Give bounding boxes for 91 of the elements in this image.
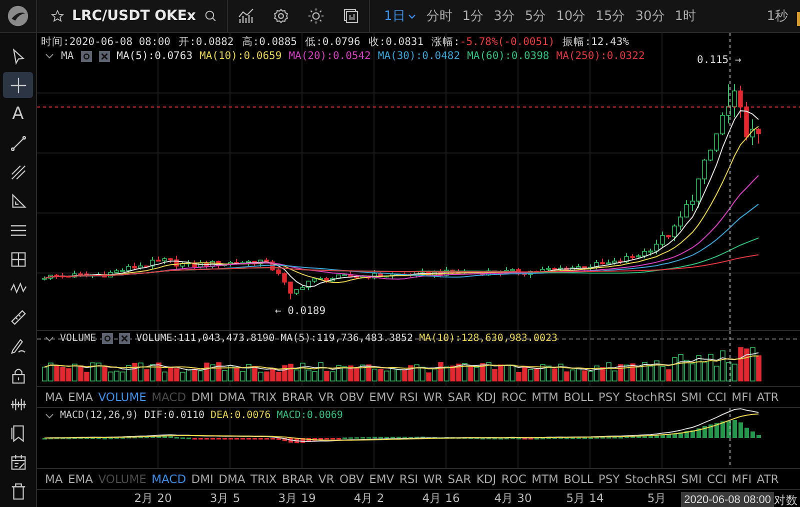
log-scale-toggle[interactable]: 对数 [772,493,800,507]
indicator-tab[interactable]: MACD [150,472,188,486]
ma-value: MA(250):0.0322 [556,50,645,62]
indicator-tab[interactable]: PSY [597,390,621,404]
indicator-tab[interactable]: ROC [500,390,528,404]
ma-value: MA(20):0.0542 [288,50,371,62]
indicator-tab[interactable]: MFI [730,390,753,404]
indicator-tab[interactable]: DMI [190,472,214,486]
indicator-tab[interactable]: WR [422,390,444,404]
text-tool[interactable]: A [3,101,33,127]
indicator-tab[interactable]: VOLUME [97,390,148,404]
ohlc-field: 高:0.0885 [242,35,298,49]
interval-tab[interactable]: 10分 [552,5,590,27]
indicator-tab[interactable]: VR [317,472,336,486]
indicator-tab[interactable]: MFI [730,472,753,486]
macd-value: DIF:0.0110 [144,410,204,421]
indicator-tab[interactable]: VR [317,390,336,404]
interval-tab[interactable]: 1日 [380,5,420,27]
indicator-tab[interactable]: RSI [398,472,420,486]
indicator-tab[interactable]: BOLL [562,472,594,486]
indicator-tab[interactable]: RSI [398,390,420,404]
ohlc-field: 时间:2020-06-08 08:00 [41,35,170,49]
indicator-tab[interactable]: MA [44,472,64,486]
date-label: 5月 14 [565,491,605,506]
volume-value: MA(5):119,736,483.3852 [280,333,414,344]
indicator-tab[interactable]: WR [422,472,444,486]
indicator-tab[interactable]: DMA [218,472,246,486]
ma-value: MA(5):0.0763 [116,50,193,62]
date-label: 2月 20 [133,491,173,506]
interval-tab[interactable]: 3分 [490,5,519,27]
volume-value: MA(10):128,630,983.0023 [419,333,558,344]
ohlc-field: 涨幅:-5.78%(-0.0051) [432,35,555,49]
indicator-tab[interactable]: OBV [338,390,365,404]
ohlc-field: 开:0.0882 [178,35,234,49]
interval-tab[interactable]: 15分 [592,5,630,27]
ma-value: MA(60):0.0398 [467,50,550,62]
indicator-tab[interactable]: KDJ [475,390,498,404]
indicator-tab[interactable]: DMI [190,390,214,404]
indicator-tab[interactable]: SMI [680,472,703,486]
indicator-tab[interactable]: ATR [756,390,780,404]
indicator-tab[interactable]: DMA [218,390,246,404]
indicator-tab[interactable]: TRIX [249,390,278,404]
indicator-name: VOLUME [60,333,96,344]
indicator-tab[interactable]: SMI [680,390,703,404]
indicator-name: MACD(12,26,9) [60,410,138,421]
macd-value: DEA:0.0076 [210,410,271,421]
interval-tab[interactable]: 1时 [670,5,700,27]
indicator-tab[interactable]: EMA [66,390,94,404]
indicator-tab[interactable]: StochRSI [624,390,678,404]
low-price-label: ← 0.0189 [275,305,326,317]
ohlc-field: 低:0.0796 [305,35,360,49]
indicator-tab[interactable]: BRAR [280,390,314,404]
indicator-tab[interactable]: StochRSI [624,472,678,486]
ma-value: MA(30):0.0482 [378,50,460,62]
indicator-tab[interactable]: MTM [530,472,560,486]
indicator-tab[interactable]: MTM [530,390,560,404]
ohlc-field: 振幅:12.43% [562,35,629,49]
interval-tab[interactable]: 1秒 [762,5,792,27]
ma-value: MA(10):0.0659 [200,50,282,62]
date-label: 3月 5 [208,491,242,506]
indicator-tab[interactable]: EMA [66,472,94,486]
indicator-tab[interactable]: BRAR [280,472,314,486]
volume-value: VOLUME:111,043,473.8190 [136,333,275,344]
indicator-tab[interactable]: CCI [706,472,728,486]
high-price-label: 0.115 → [697,54,742,66]
indicator-tab[interactable]: EMV [368,390,396,404]
indicator-tab[interactable]: SAR [446,390,472,404]
date-label: 4月 30 [493,491,533,506]
indicator-tab[interactable]: CCI [706,390,728,404]
indicator-tab[interactable]: SAR [446,472,472,486]
indicator-tab[interactable]: MA [44,390,64,404]
indicator-tab[interactable]: EMV [368,472,396,486]
crosshair-time-label: 2020-06-08 08:00 [681,492,774,507]
symbol-title: LRC/USDT OKEx [72,8,196,24]
indicator-tab[interactable]: ATR [756,472,780,486]
indicator-tab[interactable]: KDJ [475,472,498,486]
interval-tab[interactable]: 1分 [458,5,488,27]
ohlc-field: 收:0.0831 [368,35,424,49]
interval-tab[interactable]: 分时 [422,5,456,27]
indicator-name: MA [61,50,74,62]
date-label: 4月 16 [421,491,461,506]
indicator-tab[interactable]: PSY [597,472,621,486]
date-label: 4月 2 [352,491,386,506]
macd-value: MACD:0.0069 [276,410,343,421]
indicator-tab[interactable]: BOLL [562,390,594,404]
indicator-tab[interactable]: TRIX [249,472,278,486]
interval-tab[interactable]: 5分 [520,5,550,27]
interval-tab[interactable]: 30分 [631,5,669,27]
indicator-tab[interactable]: OBV [338,472,365,486]
indicator-tab[interactable]: ROC [500,472,528,486]
date-label: 3月 19 [277,491,317,506]
